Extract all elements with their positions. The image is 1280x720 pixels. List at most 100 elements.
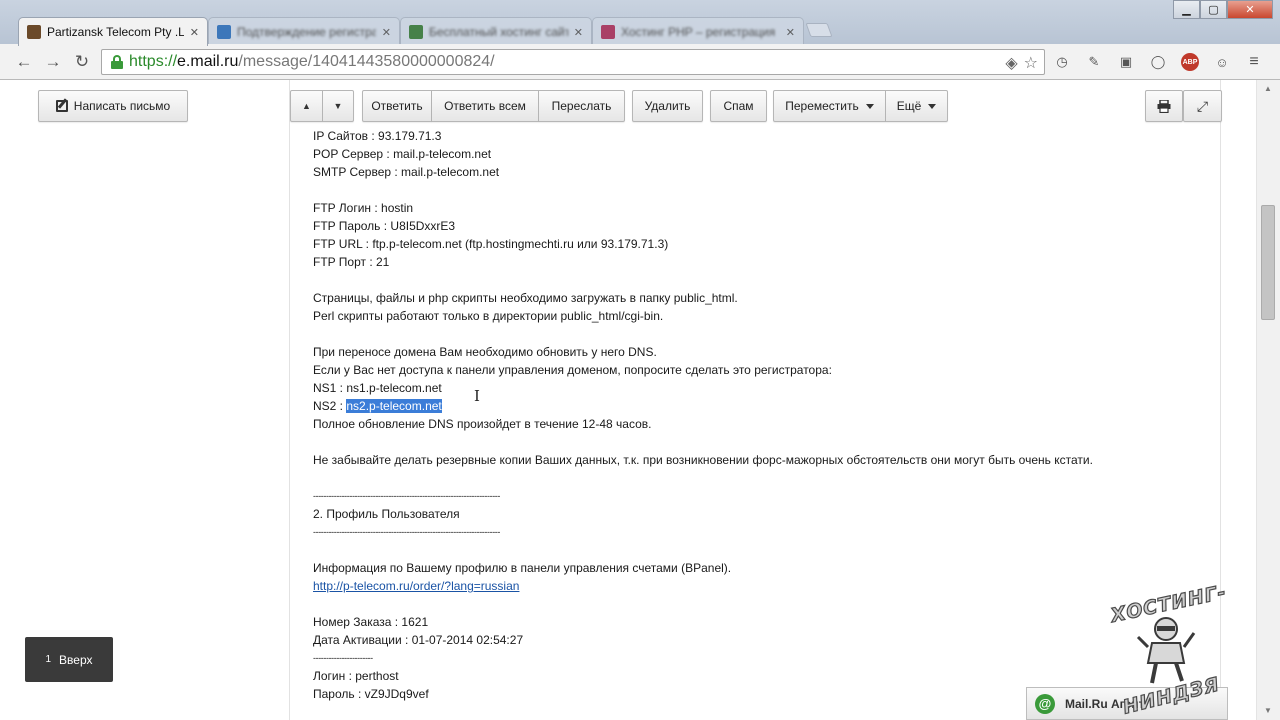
message-line: ----------------------------------------… xyxy=(313,491,500,501)
forward-button[interactable]: Переслать xyxy=(539,90,625,122)
chevron-down-icon xyxy=(928,103,937,109)
tab-inactive[interactable]: Хостинг PHP – регистрация ✕ xyxy=(592,17,804,46)
owl-icon[interactable]: ☺ xyxy=(1212,52,1232,72)
message-line: IP Сайтов : 93.179.71.3 xyxy=(313,129,442,143)
print-icon xyxy=(1157,99,1171,113)
tab-title: Хостинг PHP – регистрация xyxy=(621,25,776,39)
next-message-button[interactable]: ▼ xyxy=(323,90,354,122)
more-button[interactable]: Ещё xyxy=(886,90,948,122)
more-label: Ещё xyxy=(896,99,922,113)
url-scheme: https:// xyxy=(129,53,178,70)
message-line: При переносе домена Вам необходимо обнов… xyxy=(313,345,657,359)
bpanel-link[interactable]: http://p-telecom.ru/order/?lang=russian xyxy=(313,579,519,593)
tab-title: Partizansk Telecom Pty .Lt xyxy=(47,25,184,39)
scroll-top-button[interactable]: 1 Вверх xyxy=(25,637,113,682)
move-label: Переместить xyxy=(785,99,859,113)
message-line xyxy=(313,541,1193,559)
message-line: FTP URL : ftp.p-telecom.net (ftp.hosting… xyxy=(313,237,669,251)
message-line: ----------------------- xyxy=(313,653,373,663)
message-line: Страницы, файлы и php скрипты необходимо… xyxy=(313,291,738,305)
message-line: Полное обновление DNS произойдет в течен… xyxy=(313,417,652,431)
tab-inactive[interactable]: Бесплатный хостинг сайтов ✕ xyxy=(400,17,592,46)
forward-icon[interactable]: → xyxy=(41,51,65,73)
url-path: /message/14041443580000000824/ xyxy=(238,53,495,70)
message-line: FTP Порт : 21 xyxy=(313,255,390,269)
delete-button[interactable]: Удалить xyxy=(632,90,703,122)
tab-favicon-icon xyxy=(601,25,615,39)
arrow-up-icon: ▲ xyxy=(302,101,311,111)
expand-button[interactable]: ⤢ xyxy=(1183,90,1222,122)
compose-label: Написать письмо xyxy=(73,99,171,113)
back-icon[interactable]: ← xyxy=(12,51,36,73)
message-line: Дата Активации : 01-07-2014 02:54:27 xyxy=(313,633,524,647)
history-icon[interactable]: ◷ xyxy=(1052,52,1072,72)
expand-icon: ⤢ xyxy=(1196,97,1209,114)
message-line xyxy=(313,325,1193,343)
minimize-icon[interactable]: ▁ xyxy=(1173,0,1200,19)
new-tab-button[interactable] xyxy=(805,23,833,37)
reply-button[interactable]: Ответить xyxy=(362,90,432,122)
evernote-icon[interactable]: ✎ xyxy=(1084,52,1104,72)
chevron-down-icon xyxy=(865,103,874,109)
text-cursor-icon: I xyxy=(474,387,480,405)
tab-close-icon[interactable]: ✕ xyxy=(190,26,199,39)
browser-toolbar: ← → ↻ https:// e.mail.ru /message/140414… xyxy=(0,44,1280,80)
watermark-logo: ХОСТИНГ- НИНДЗЯ xyxy=(1106,580,1231,719)
message-line xyxy=(313,433,1193,451)
ns2-prefix: NS2 : xyxy=(313,399,347,413)
forward-label: Переслать xyxy=(551,99,612,113)
arrow-down-icon: ▼ xyxy=(333,101,343,111)
reply-label: Ответить xyxy=(371,99,423,113)
tab-close-icon[interactable]: ✕ xyxy=(382,26,391,39)
move-button[interactable]: Переместить xyxy=(773,90,886,122)
tab-title: Бесплатный хостинг сайтов xyxy=(429,25,568,39)
page-scrollbar[interactable]: ▲ ▼ xyxy=(1256,80,1280,720)
tab-close-icon[interactable]: ✕ xyxy=(786,26,795,39)
message-line: 2. Профиль Пользователя xyxy=(313,507,460,521)
ninja-icon xyxy=(1136,617,1196,684)
address-bar[interactable]: https:// e.mail.ru /message/140414435800… xyxy=(101,49,1045,75)
url-host: e.mail.ru xyxy=(177,53,239,70)
translate-icon[interactable]: ◈ xyxy=(1005,53,1017,73)
message-line: Если у Вас нет доступа к панели управлен… xyxy=(313,363,832,377)
selected-text[interactable]: ns2.p-telecom.net xyxy=(346,399,442,413)
folder-icon[interactable]: ▣ xyxy=(1116,52,1136,72)
spam-button[interactable]: Спам xyxy=(710,90,767,122)
adblock-icon[interactable]: ABP xyxy=(1180,52,1200,72)
message-line: POP Сервер : mail.p-telecom.net xyxy=(313,147,492,161)
message-line: Не забывайте делать резервные копии Ваши… xyxy=(313,453,1093,467)
agent-at-icon: @ xyxy=(1035,693,1055,714)
message-body: IP Сайтов : 93.179.71.3 POP Сервер : mai… xyxy=(313,127,1193,703)
reply-all-button[interactable]: Ответить всем xyxy=(432,90,539,122)
message-line-ns2: NS2 : ns2.p-telecom.net xyxy=(313,397,1193,415)
prev-message-button[interactable]: ▲ xyxy=(290,90,323,122)
menu-icon[interactable]: ≡ xyxy=(1244,52,1264,72)
maximize-icon[interactable]: ▢ xyxy=(1200,0,1227,19)
message-line: Номер Заказа : 1621 xyxy=(313,615,429,629)
bookmark-star-icon[interactable]: ☆ xyxy=(1024,53,1038,73)
message-line: Perl скрипты работают только в директори… xyxy=(313,309,664,323)
scroll-up-icon[interactable]: ▲ xyxy=(1264,84,1272,93)
close-icon[interactable]: ✕ xyxy=(1227,0,1273,19)
circle-icon[interactable]: ◯ xyxy=(1148,52,1168,72)
message-line xyxy=(313,469,1193,487)
tab-inactive[interactable]: Подтверждение регистрации ✕ xyxy=(208,17,400,46)
message-line: Логин : perthost xyxy=(313,669,399,683)
spam-label: Спам xyxy=(723,99,754,113)
up-label: Вверх xyxy=(59,652,93,667)
tab-active[interactable]: Partizansk Telecom Pty .Lt ✕ xyxy=(18,17,208,46)
reload-icon[interactable]: ↻ xyxy=(70,51,94,73)
compose-icon xyxy=(55,100,68,112)
scrollbar-thumb[interactable] xyxy=(1261,205,1275,320)
lock-icon xyxy=(111,55,123,69)
scroll-down-icon[interactable]: ▼ xyxy=(1264,706,1272,715)
tab-close-icon[interactable]: ✕ xyxy=(574,26,583,39)
message-line: FTP Логин : hostin xyxy=(313,201,414,215)
up-count: 1 xyxy=(45,654,52,665)
message-line: Информация по Вашему профилю в панели уп… xyxy=(313,561,732,575)
browser-tab-strip: Partizansk Telecom Pty .Lt ✕ Подтвержден… xyxy=(0,0,1280,46)
delete-label: Удалить xyxy=(644,99,691,113)
print-button[interactable] xyxy=(1145,90,1183,122)
tab-favicon-icon xyxy=(409,25,423,39)
compose-button[interactable]: Написать письмо xyxy=(38,90,188,122)
